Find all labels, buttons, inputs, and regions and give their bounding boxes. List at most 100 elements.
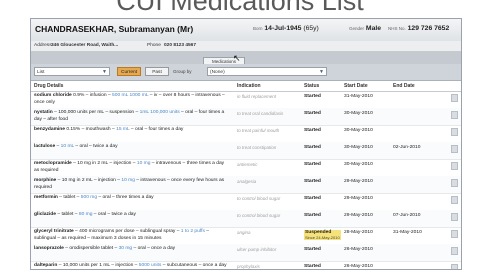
col-status[interactable]: Status	[304, 81, 319, 91]
indication: prophylaxis	[237, 264, 260, 269]
patient-banner: CHANDRASEKHAR, Subramanyan (Mr) Born 14-…	[31, 19, 461, 42]
drug-name: lactulose	[34, 144, 56, 149]
table-row[interactable]: dalteparin – 10,000 units per 1 mL – inj…	[31, 261, 461, 269]
row-menu-icon[interactable]	[451, 162, 458, 170]
table-row[interactable]: benzydamine 0.15% – mouthwash – 15 mL – …	[31, 125, 461, 143]
status-text: Started	[304, 162, 321, 167]
col-indication[interactable]: Indication	[237, 81, 261, 91]
row-menu-icon[interactable]	[451, 111, 458, 119]
address-bar: Address 346 Gloucester Road, Waith... Ph…	[31, 41, 461, 74]
drug-details: glyceryl trinitrate – 400 micrograms per…	[34, 229, 229, 242]
drug-details: nystatin – 100,000 units per mL – suspen…	[34, 110, 229, 123]
status-text: Started	[304, 247, 321, 252]
status-badge: Started	[304, 94, 321, 99]
chevron-down-icon: ▼	[319, 69, 324, 75]
drug-dose: 10 mg	[121, 178, 135, 183]
indication: to control blood sugar	[237, 213, 281, 218]
start-date: 30-May-2010	[344, 162, 373, 167]
status-text: Started	[304, 111, 321, 116]
toolbar: List ▼ Current Past Group by (None) ▼	[31, 64, 461, 81]
view-select[interactable]: List ▼	[34, 67, 110, 76]
indication: to treat painful mouth	[237, 128, 280, 133]
start-date: 30-May-2010	[344, 128, 373, 133]
past-button[interactable]: Past	[145, 67, 169, 76]
status-badge: Started	[304, 128, 321, 133]
indication: antiemetic	[237, 162, 258, 167]
gender-label: Gender	[349, 26, 365, 31]
start-date: 29-May-2010	[344, 213, 373, 218]
indication: in fluid replacement	[237, 94, 277, 99]
drug-details: benzydamine 0.15% – mouthwash – 15 mL – …	[34, 127, 229, 134]
start-date: 30-May-2010	[344, 145, 373, 150]
row-menu-icon[interactable]	[451, 179, 458, 187]
nhs-field: NHS No. 129 726 7652	[388, 25, 449, 32]
drug-details: metformin – tablet – 500 mg – oral – thr…	[34, 195, 229, 202]
status-badge: Started	[304, 145, 321, 150]
indication: to treat oral candidiasis	[237, 111, 284, 116]
drug-form: – 400 micrograms per dose – sublingual s…	[73, 229, 181, 234]
status-badge: Started	[304, 247, 321, 252]
drug-form: 0.9% – infusion –	[71, 93, 113, 98]
drug-name: morphine	[34, 178, 57, 183]
drug-route: – oral – twice a day	[74, 144, 118, 149]
start-date: 31-May-2010	[344, 94, 373, 99]
start-date: 26-May-2010	[344, 264, 373, 269]
row-menu-icon[interactable]	[451, 94, 458, 102]
indication: angina	[237, 230, 251, 235]
status-badge: Started	[304, 111, 321, 116]
drug-dose: 10 mL	[60, 144, 75, 149]
drug-dose: 15 mL	[116, 127, 130, 132]
table-row[interactable]: metoclopramide – 10 mg in 2 mL – injecti…	[31, 159, 461, 177]
drug-dose: 1 to 2 puffs	[180, 229, 205, 234]
table-row[interactable]: lansoprazole – orodispersible tablet – 3…	[31, 244, 461, 262]
row-menu-icon[interactable]	[451, 230, 458, 238]
current-button[interactable]: Current	[117, 67, 141, 76]
row-menu-icon[interactable]	[451, 264, 458, 269]
indication: to treat constipation	[237, 145, 277, 150]
table-row[interactable]: metformin – tablet – 500 mg – oral – thr…	[31, 193, 461, 211]
drug-route: – oral – twice a day	[92, 212, 136, 217]
col-end-date[interactable]: End Date	[393, 81, 415, 91]
row-menu-icon[interactable]	[451, 247, 458, 255]
row-menu-icon[interactable]	[451, 213, 458, 221]
drug-details: dalteparin – 10,000 units per 1 mL – inj…	[34, 263, 229, 269]
address-label: Address	[34, 43, 52, 48]
status-badge: Started	[304, 196, 321, 201]
phone-value: 020 8123 4567	[164, 43, 197, 48]
drug-details: metoclopramide – 10 mg in 2 mL – injecti…	[34, 161, 229, 174]
drug-form: – tablet –	[56, 212, 79, 217]
drug-form: – 10 mg in 2 mL – injection –	[71, 161, 137, 166]
table-row[interactable]: gliclazide – tablet – 80 mg – oral – twi…	[31, 210, 461, 228]
table-row[interactable]: nystatin – 100,000 units per mL – suspen…	[31, 108, 461, 126]
drug-dose: 10 mg	[136, 161, 151, 166]
col-drug-details[interactable]: Drug Details	[34, 81, 63, 91]
status-text: Started	[304, 145, 321, 150]
drug-name: benzydamine	[34, 127, 65, 132]
drug-dose: 30 mg	[118, 246, 133, 251]
row-menu-icon[interactable]	[451, 145, 458, 153]
start-date: 28-May-2010	[344, 230, 373, 235]
status-since: Since 24-May-2010	[305, 235, 340, 240]
mouse-cursor-icon: ↖	[233, 53, 241, 63]
drug-name: metformin	[34, 195, 58, 200]
table-row[interactable]: glyceryl trinitrate – 400 micrograms per…	[31, 227, 461, 245]
col-start-date[interactable]: Start Date	[344, 81, 368, 91]
drug-dose: 5000 units	[138, 263, 162, 268]
table-row[interactable]: morphine – 10 mg in 2 mL – injection – 1…	[31, 176, 461, 194]
start-date: 26-May-2010	[344, 247, 373, 252]
born-value: 14-Jul-1945	[264, 25, 302, 32]
end-date: 07-Jun-2010	[393, 213, 421, 218]
status-badge: Started	[304, 264, 321, 269]
status-text: Started	[304, 179, 321, 184]
table-row[interactable]: sodium chloride 0.9% – infusion – 500 mL…	[31, 91, 461, 109]
drug-name: glyceryl trinitrate	[34, 229, 74, 234]
row-menu-icon[interactable]	[451, 128, 458, 136]
group-select[interactable]: (None) ▼	[207, 67, 327, 76]
table-row[interactable]: lactulose – 10 mL – oral – twice a day to…	[31, 142, 461, 160]
row-menu-icon[interactable]	[451, 196, 458, 204]
drug-details: lansoprazole – orodispersible tablet – 3…	[34, 246, 229, 253]
status-badge: Started	[304, 162, 321, 167]
drug-name: sodium chloride	[34, 93, 72, 98]
drug-details: lactulose – 10 mL – oral – twice a day	[34, 144, 229, 151]
start-date: 30-May-2010	[344, 111, 373, 116]
